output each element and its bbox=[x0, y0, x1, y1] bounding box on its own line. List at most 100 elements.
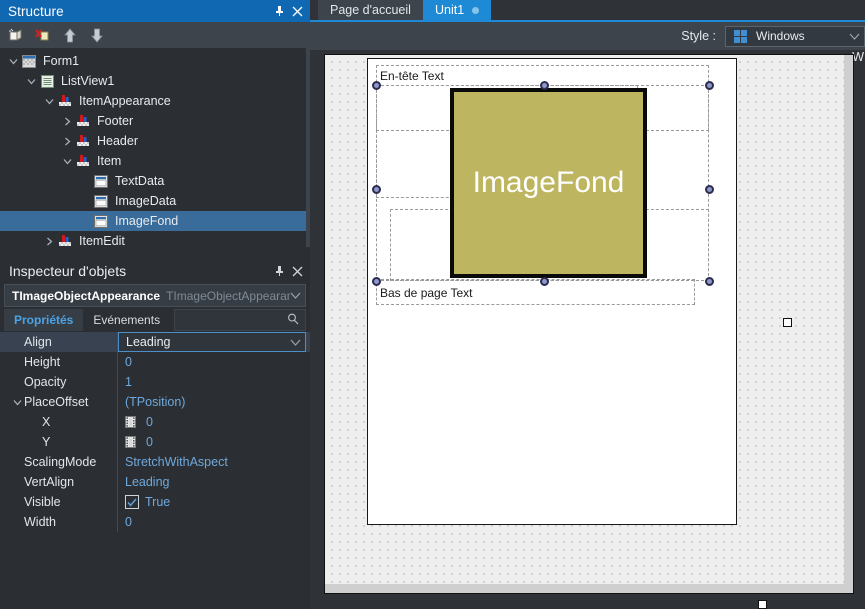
property-list[interactable]: Align Leading Height 0 Opacity 1 PlaceOffset (T… bbox=[0, 332, 310, 532]
chevron-right-icon[interactable] bbox=[60, 117, 74, 126]
property-value-cell[interactable]: 1 bbox=[118, 372, 310, 392]
property-row-visible[interactable]: Visible True bbox=[0, 492, 310, 512]
tree-item-imagedata[interactable]: ImageData bbox=[0, 191, 310, 211]
property-name-cell: VertAlign bbox=[0, 472, 118, 492]
tab-evenements[interactable]: Evénements bbox=[83, 309, 170, 331]
form-designer-canvas[interactable]: En-tête Text Bas de page Text ImageFond bbox=[324, 54, 854, 594]
tab-unit1[interactable]: Unit1 bbox=[423, 0, 492, 20]
property-value: 0 bbox=[125, 515, 132, 529]
property-row-opacity[interactable]: Opacity 1 bbox=[0, 372, 310, 392]
property-row-scalingmode[interactable]: ScalingMode StretchWithAspect bbox=[0, 452, 310, 472]
tree-item-footer[interactable]: Footer bbox=[0, 111, 310, 131]
header-text-label: En-tête Text bbox=[380, 69, 444, 83]
pin-icon[interactable] bbox=[270, 262, 288, 280]
tab-page-daccueil[interactable]: Page d'accueil bbox=[318, 0, 423, 20]
tree-item-imagefond[interactable]: ImageFond bbox=[0, 211, 310, 231]
property-row-height[interactable]: Height 0 bbox=[0, 352, 310, 372]
close-icon[interactable] bbox=[288, 262, 306, 280]
property-name-cell: ScalingMode bbox=[0, 452, 118, 472]
tree-item-itemappearance[interactable]: ItemAppearance bbox=[0, 91, 310, 111]
resize-handle-n[interactable] bbox=[540, 81, 549, 90]
resize-handle-s[interactable] bbox=[540, 277, 549, 286]
property-value-cell[interactable]: (TPosition) bbox=[118, 392, 310, 412]
property-value-cell[interactable]: 0 bbox=[118, 432, 310, 452]
new-item-icon[interactable] bbox=[6, 26, 26, 44]
property-name-cell: PlaceOffset bbox=[0, 392, 118, 412]
pin-icon[interactable] bbox=[270, 2, 288, 20]
delete-item-icon[interactable] bbox=[33, 26, 53, 44]
tree-item-label: ItemEdit bbox=[79, 234, 125, 248]
chevron-down-icon bbox=[290, 292, 301, 299]
property-value-cell[interactable]: Leading bbox=[118, 332, 306, 352]
property-value-cell[interactable]: Leading bbox=[118, 472, 310, 492]
chevron-down-icon[interactable] bbox=[10, 399, 24, 406]
form1-surface[interactable]: En-tête Text Bas de page Text ImageFond bbox=[367, 58, 737, 525]
tree-item-label: Header bbox=[97, 134, 138, 148]
animation-icon[interactable] bbox=[125, 416, 141, 428]
resize-handle-w[interactable] bbox=[372, 185, 381, 194]
designer-horizontal-scrollbar[interactable] bbox=[325, 584, 846, 593]
style-combo[interactable]: Windows bbox=[725, 25, 865, 47]
appearance-icon bbox=[74, 134, 92, 148]
property-name-cell: Width bbox=[0, 512, 118, 532]
form-resize-grip-bottom[interactable] bbox=[758, 600, 767, 609]
property-name: Width bbox=[24, 515, 56, 529]
chevron-down-icon[interactable] bbox=[24, 78, 38, 85]
visible-checkbox[interactable] bbox=[125, 495, 139, 509]
close-icon[interactable] bbox=[288, 2, 306, 20]
property-value-cell[interactable]: StretchWithAspect bbox=[118, 452, 310, 472]
form-icon bbox=[20, 54, 38, 68]
property-name-cell: Align bbox=[0, 332, 118, 352]
tree-item-listview1[interactable]: ListView1 bbox=[0, 71, 310, 91]
tree-item-header[interactable]: Header bbox=[0, 131, 310, 151]
property-row-width[interactable]: Width 0 bbox=[0, 512, 310, 532]
chevron-down-icon[interactable] bbox=[42, 98, 56, 105]
tree-item-itemedit[interactable]: ItemEdit bbox=[0, 231, 310, 250]
form-resize-grip-right[interactable] bbox=[783, 318, 792, 327]
tree-item-textdata[interactable]: TextData bbox=[0, 171, 310, 191]
resize-handle-ne[interactable] bbox=[705, 81, 714, 90]
resize-handle-se[interactable] bbox=[705, 277, 714, 286]
property-row-placeoffset[interactable]: PlaceOffset (TPosition) bbox=[0, 392, 310, 412]
chevron-down-icon[interactable] bbox=[290, 339, 301, 346]
structure-panel-titlebar: Structure bbox=[0, 0, 310, 22]
appearance-icon bbox=[56, 234, 74, 248]
appearance-icon bbox=[74, 154, 92, 168]
property-name-cell: Height bbox=[0, 352, 118, 372]
modified-indicator-icon bbox=[472, 6, 480, 14]
inspector-search-input[interactable] bbox=[174, 309, 306, 331]
property-value-cell[interactable]: 0 bbox=[118, 512, 310, 532]
property-row-y[interactable]: Y0 bbox=[0, 432, 310, 452]
resize-handle-e[interactable] bbox=[705, 185, 714, 194]
property-value-cell[interactable]: 0 bbox=[118, 352, 310, 372]
property-name-cell: Opacity bbox=[0, 372, 118, 392]
animation-icon[interactable] bbox=[125, 436, 141, 448]
property-row-align[interactable]: Align Leading bbox=[0, 332, 310, 352]
property-name-cell: Y bbox=[0, 432, 118, 452]
chevron-down-icon[interactable] bbox=[60, 158, 74, 165]
resize-handle-sw[interactable] bbox=[372, 277, 381, 286]
property-value-cell[interactable]: 0 bbox=[118, 412, 310, 432]
object-icon bbox=[92, 174, 110, 188]
tree-item-label: Item bbox=[97, 154, 122, 168]
chevron-right-icon[interactable] bbox=[42, 237, 56, 246]
chevron-right-icon[interactable] bbox=[60, 137, 74, 146]
property-row-vertalign[interactable]: VertAlign Leading bbox=[0, 472, 310, 492]
tab-proprietes[interactable]: Propriétés bbox=[4, 309, 84, 331]
imagefond-object[interactable]: ImageFond bbox=[450, 88, 647, 278]
tree-item-label: Footer bbox=[97, 114, 134, 128]
property-value-cell[interactable]: True bbox=[118, 492, 310, 512]
tree-item-item[interactable]: Item bbox=[0, 151, 310, 171]
structure-tree[interactable]: Form1 ListView1 ItemAppearance Footer Header… bbox=[0, 48, 310, 250]
tree-item-label: ImageFond bbox=[115, 214, 179, 228]
tree-item-form1[interactable]: Form1 bbox=[0, 51, 310, 71]
object-selector-combo[interactable]: TImageObjectAppearance TImageObjectAppea… bbox=[4, 284, 306, 307]
appearance-icon bbox=[74, 114, 92, 128]
property-row-x[interactable]: X0 bbox=[0, 412, 310, 432]
move-down-icon[interactable] bbox=[87, 26, 107, 44]
property-name: Height bbox=[24, 355, 61, 369]
designer-vertical-scrollbar[interactable] bbox=[844, 55, 853, 593]
resize-handle-nw[interactable] bbox=[372, 81, 381, 90]
chevron-down-icon[interactable] bbox=[6, 58, 20, 65]
move-up-icon[interactable] bbox=[60, 26, 80, 44]
